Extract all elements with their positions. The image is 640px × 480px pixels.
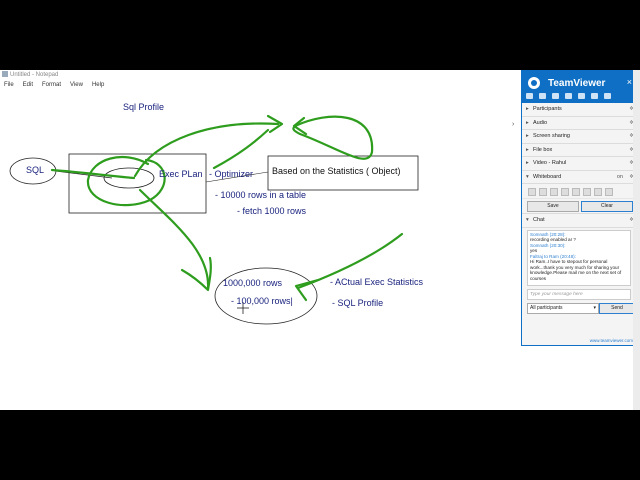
section-label: Whiteboard: [533, 173, 562, 180]
collapse-chevron-icon[interactable]: ›: [512, 121, 514, 128]
statistics-label: Based on the Statistics ( Object): [272, 166, 401, 176]
send-button[interactable]: Send: [599, 302, 635, 314]
highlighter-tool-icon[interactable]: [550, 188, 558, 196]
toolbar-chat-icon[interactable]: [552, 93, 559, 99]
rows-big-label: 1000,000 rows: [223, 278, 283, 288]
teamviewer-panel: TeamViewer × › Participants✲ Audio✲ Scre…: [512, 70, 638, 346]
green-arrow-to-sql: [50, 168, 136, 180]
bubble-tool-icon[interactable]: [605, 188, 613, 196]
chat-log: Somnath (20:28): recording enabled ar ? …: [527, 229, 631, 286]
whiteboard-canvas[interactable]: Sql Profile SQL Exec PLan - Optimizer Ba…: [0, 90, 520, 410]
notepad-icon: [2, 71, 8, 78]
save-button[interactable]: Save: [527, 201, 579, 212]
screen-area: Untitled - Notepad File Edit Format View Hel…: [0, 70, 640, 410]
actual-exec-label: - ACtual Exec Statistics: [330, 277, 424, 287]
green-loop-stats: [292, 115, 374, 160]
sql-label: SQL: [26, 165, 45, 175]
chevron-down-icon: ▾: [593, 304, 596, 311]
section-file-box[interactable]: File box✲: [522, 144, 637, 157]
section-screen-sharing[interactable]: Screen sharing✲: [522, 130, 637, 144]
optimizer-label: - Optimizer: [209, 169, 254, 179]
section-video[interactable]: Video - Rahul✲: [522, 157, 637, 171]
green-arrow-down: [138, 188, 210, 290]
clear-button[interactable]: Clear: [581, 201, 633, 212]
green-arc-top: [133, 122, 280, 178]
menu-edit[interactable]: Edit: [23, 82, 33, 88]
section-label: Screen sharing: [533, 133, 570, 139]
chat-message-input[interactable]: Type your message here: [527, 288, 631, 300]
green-arrow-optimizer: [212, 128, 270, 170]
toolbar-file-icon[interactable]: [578, 93, 585, 99]
toolbar-more-icon[interactable]: [604, 93, 611, 99]
section-whiteboard[interactable]: Whiteboardon✲: [522, 171, 637, 184]
recipient-value: All participants: [530, 304, 563, 311]
recipient-select[interactable]: All participants ▾: [527, 302, 599, 314]
chat-message: Hi Ram..I have to stepout for personal w…: [530, 259, 622, 281]
teamviewer-title: TeamViewer: [548, 78, 606, 89]
rows-in-table-label: - 10000 rows in a table: [215, 190, 307, 200]
toolbar-screen-icon[interactable]: [565, 93, 572, 99]
toolbar-pen-icon[interactable]: [591, 93, 598, 99]
whiteboard-tools: [522, 184, 637, 199]
chat-send-row: All participants ▾ Send: [522, 300, 637, 314]
rows-small-label: - 100,000 rows|: [231, 296, 293, 306]
section-label: Participants: [533, 106, 562, 112]
menu-format[interactable]: Format: [42, 82, 61, 88]
teamviewer-logo-icon: [528, 77, 540, 89]
whiteboard-buttons: Save Clear: [522, 199, 637, 214]
menu-file[interactable]: File: [4, 82, 14, 88]
toolbar-people-icon[interactable]: [526, 93, 533, 99]
teamviewer-site-link[interactable]: www.teamviewer.com: [590, 338, 633, 343]
rectangle-tool-icon[interactable]: [572, 188, 580, 196]
menu-view[interactable]: View: [70, 82, 83, 88]
section-chat[interactable]: Chat✲: [522, 214, 637, 228]
whiteboard-drawing: [9, 114, 419, 325]
notepad-menubar: File Edit Format View Help: [0, 80, 520, 90]
window-title: Untitled - Notepad: [10, 72, 59, 78]
ellipse-tool-icon[interactable]: [583, 188, 591, 196]
text-tool-icon[interactable]: [594, 188, 602, 196]
heading-text: Sql Profile: [123, 102, 165, 112]
scrollbar[interactable]: [633, 70, 640, 410]
teamviewer-header: TeamViewer ×: [522, 71, 637, 103]
teamviewer-toolbar: [526, 93, 636, 103]
green-annotations: [50, 114, 404, 302]
exec-plan-label: Exec PLan: [159, 169, 203, 179]
section-label: Chat: [533, 217, 545, 223]
sql-profile-label: - SQL Profile: [332, 298, 384, 308]
section-label: Audio: [533, 119, 548, 126]
close-icon[interactable]: ×: [627, 77, 632, 87]
section-label: Video - Rahul: [533, 160, 567, 166]
pen-tool-icon[interactable]: [539, 188, 547, 196]
toolbar-headset-icon[interactable]: [539, 93, 546, 99]
section-audio[interactable]: Audio✲: [522, 117, 637, 130]
eraser-tool-icon[interactable]: [561, 188, 569, 196]
fetch-rows-label: - fetch 1000 rows: [237, 206, 307, 216]
section-label: File box: [533, 146, 553, 153]
menu-help[interactable]: Help: [92, 82, 104, 88]
whiteboard-toggle[interactable]: on: [617, 171, 623, 184]
green-arrowhead-right: [294, 278, 320, 302]
pointer-tool-icon[interactable]: [528, 188, 536, 196]
section-participants[interactable]: Participants✲: [522, 103, 637, 117]
